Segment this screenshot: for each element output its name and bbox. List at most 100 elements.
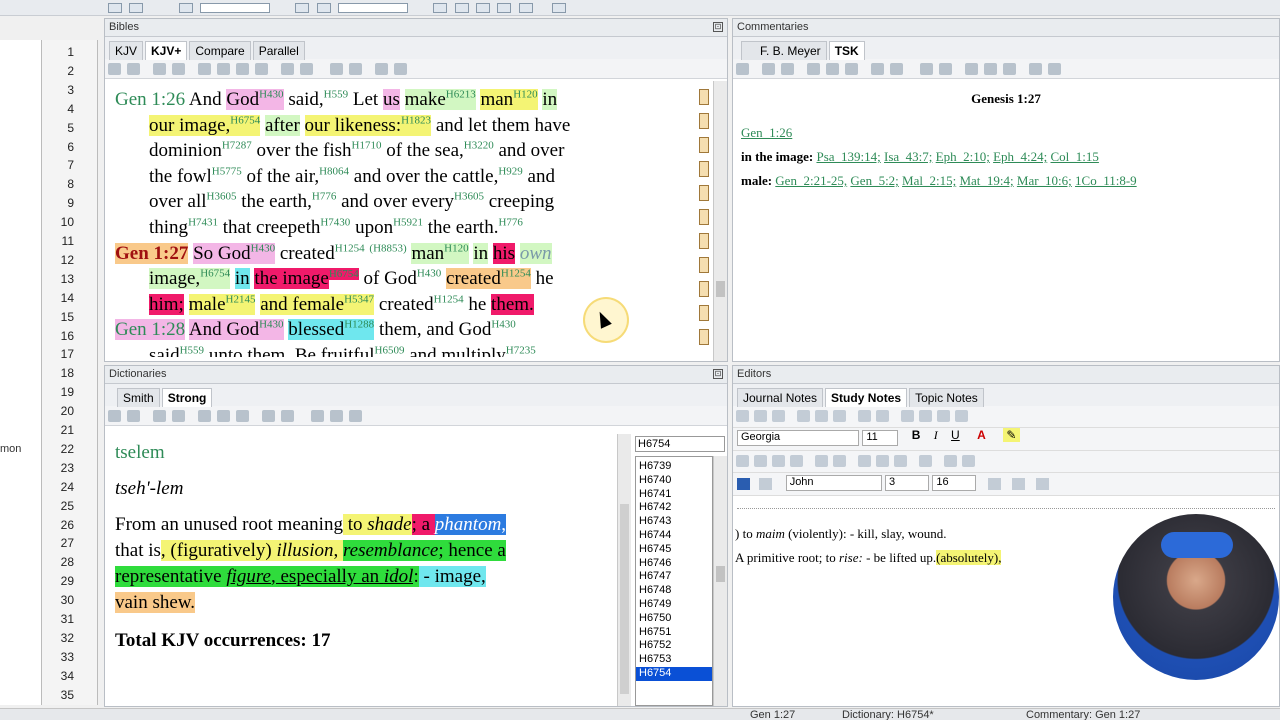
zoom-icon[interactable]: [1036, 478, 1050, 490]
back-icon[interactable]: [108, 3, 122, 13]
list-item[interactable]: H6747: [636, 570, 712, 584]
font-select[interactable]: Georgia: [737, 430, 859, 446]
zoom-icon[interactable]: [311, 410, 324, 422]
bullet-list-icon[interactable]: [833, 455, 846, 467]
list-item[interactable]: H6751: [636, 626, 712, 640]
xref-link[interactable]: Gen_1:26: [741, 125, 792, 140]
paste-icon[interactable]: [255, 63, 268, 75]
strong-number[interactable]: H430: [491, 319, 515, 331]
verse-ref-128[interactable]: Gen 1:28: [115, 319, 186, 341]
binoculars-icon[interactable]: [762, 63, 775, 75]
highlighter-icon[interactable]: [281, 63, 294, 75]
list-item[interactable]: H6745: [636, 543, 712, 557]
align-center-icon[interactable]: [754, 455, 767, 467]
tab-smith[interactable]: Smith: [117, 388, 160, 407]
new-note-icon[interactable]: [736, 410, 749, 422]
list-item[interactable]: H6749: [636, 598, 712, 612]
strong-number[interactable]: H1710: [352, 140, 382, 152]
tab-fb-meyer[interactable]: F. B. Meyer: [741, 41, 827, 60]
strong-number[interactable]: H559: [324, 89, 348, 101]
highlighter-icon[interactable]: [262, 410, 275, 422]
strong-number[interactable]: H7431: [188, 217, 218, 229]
copy-text-icon[interactable]: [236, 63, 249, 75]
dropdown-icon[interactable]: [200, 3, 271, 13]
search-icon[interactable]: [178, 3, 193, 13]
font-size-select[interactable]: 11: [862, 430, 899, 446]
strong-number[interactable]: H6754: [328, 267, 359, 280]
zoom-icon[interactable]: [920, 63, 933, 75]
link-icon[interactable]: [349, 410, 362, 422]
highlighter-icon[interactable]: [871, 63, 884, 75]
layout-icon[interactable]: [349, 63, 362, 75]
back-arrow-icon[interactable]: [1029, 63, 1042, 75]
verse-ref-126[interactable]: Gen 1:26: [115, 89, 185, 110]
strong-number[interactable]: H6754: [200, 268, 230, 280]
spacing-icon[interactable]: [894, 455, 907, 467]
list-item[interactable]: H6754: [636, 666, 712, 681]
view-dict-icon[interactable]: [497, 3, 512, 13]
pin-icon[interactable]: ⊡: [713, 369, 723, 379]
numbered-list-icon[interactable]: [815, 455, 828, 467]
find-icon[interactable]: [772, 410, 785, 422]
list-item[interactable]: H6748: [636, 584, 712, 598]
view-bible-icon[interactable]: [454, 3, 469, 13]
paste-icon[interactable]: [236, 410, 249, 422]
align-right-icon[interactable]: [772, 455, 785, 467]
list-item[interactable]: H6746: [636, 557, 712, 571]
tab-compare[interactable]: Compare: [189, 41, 251, 60]
strong-number[interactable]: H3605: [207, 191, 237, 203]
line-icon[interactable]: [962, 455, 975, 467]
xref-link[interactable]: Mat_19:4;: [959, 173, 1013, 188]
list-item[interactable]: H6740: [636, 474, 712, 488]
tab-study-notes[interactable]: Study Notes: [825, 388, 908, 407]
list-item[interactable]: H6741: [636, 488, 712, 502]
view-comm-icon[interactable]: [476, 3, 491, 13]
strong-list-scroll-thumb[interactable]: [716, 566, 725, 582]
strong-number[interactable]: H7287: [222, 140, 252, 152]
strong-number[interactable]: H5775: [212, 165, 242, 177]
marker-icon[interactable]: [300, 63, 313, 75]
xref-link[interactable]: Col_1:15: [1051, 149, 1099, 164]
verse-marker-icon[interactable]: [699, 185, 709, 201]
dict-scroll-thumb[interactable]: [620, 504, 629, 694]
strong-number[interactable]: H2145: [226, 293, 256, 305]
strong-number[interactable]: H1254: [335, 242, 365, 254]
tab-tsk[interactable]: TSK: [828, 41, 865, 60]
save-icon[interactable]: [737, 478, 750, 490]
pin-icon[interactable]: ⊡: [713, 22, 723, 32]
xref-link[interactable]: 1Co_11:8-9: [1075, 173, 1137, 188]
link-icon[interactable]: [987, 478, 1001, 490]
strong-number[interactable]: H5347: [344, 293, 374, 305]
bible-scrollbar[interactable]: [713, 81, 727, 361]
font-color-icon[interactable]: A: [977, 428, 986, 442]
find-icon[interactable]: [172, 410, 185, 422]
settings-icon[interactable]: [552, 3, 567, 13]
forward-arrow-icon[interactable]: [394, 63, 407, 75]
strong-number[interactable]: H6754: [230, 114, 260, 126]
verse-marker-icon[interactable]: [699, 305, 709, 321]
copy-icon[interactable]: [127, 410, 140, 422]
forward-arrow-icon[interactable]: [1048, 63, 1061, 75]
verse-marker-icon[interactable]: [699, 137, 709, 153]
strong-number[interactable]: H1823: [401, 114, 431, 126]
justify-icon[interactable]: [790, 455, 803, 467]
strong-number[interactable]: H3220: [464, 140, 494, 152]
list-item[interactable]: H6743: [636, 515, 712, 529]
xref-link[interactable]: Mal_2:15;: [902, 173, 956, 188]
strong-number[interactable]: (H8853): [369, 242, 406, 254]
strong-number[interactable]: H559: [180, 345, 204, 357]
strong-number[interactable]: H1288: [344, 319, 374, 331]
strong-number[interactable]: H929: [498, 165, 522, 177]
paste-icon[interactable]: [833, 410, 846, 422]
copy-verse-icon[interactable]: [217, 63, 230, 75]
strong-number[interactable]: H776: [312, 191, 336, 203]
tab-parallel[interactable]: Parallel: [252, 41, 305, 60]
spell-icon[interactable]: [754, 410, 767, 422]
dict-scrollbar[interactable]: [617, 434, 631, 706]
find-icon[interactable]: [172, 63, 185, 75]
strong-number[interactable]: H430: [259, 89, 283, 101]
verse-marker-icon[interactable]: [699, 113, 709, 129]
list-item[interactable]: H6739: [636, 460, 712, 474]
highlight-color-icon[interactable]: ✎: [1003, 428, 1020, 442]
para-select-b[interactable]: 16: [932, 475, 977, 491]
